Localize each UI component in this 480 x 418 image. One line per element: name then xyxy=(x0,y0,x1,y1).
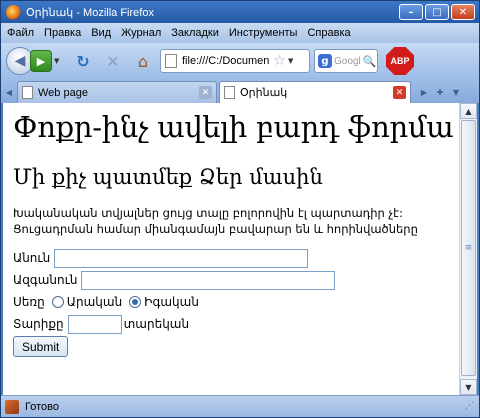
page-content: Փոքր-ինչ ավելի բարդ ֆորմա Մի քիչ պատմեք … xyxy=(3,103,459,395)
last-name-row: Ազգանուն xyxy=(13,269,459,291)
reload-icon[interactable]: ↻ xyxy=(72,50,94,72)
tab-scroll-right-icon[interactable]: ▶ xyxy=(417,83,431,101)
section-heading: Մի քիչ պատմեք Ձեր մասին xyxy=(13,165,323,189)
search-icon[interactable]: 🔍 xyxy=(363,55,377,68)
menu-bookmarks[interactable]: Закладки xyxy=(171,27,219,39)
search-engine-icon[interactable]: g xyxy=(318,54,332,68)
url-bar[interactable]: file:///C:/Documen ☆ ▼ xyxy=(160,49,310,73)
gender-female-radio[interactable] xyxy=(129,296,142,308)
forward-button[interactable]: ▶ xyxy=(30,50,52,72)
close-tab-icon[interactable]: ✕ xyxy=(393,86,406,99)
tab-strip: ◀ Web page ✕ Օրինակ ✕ ▶ ✚ ▼ xyxy=(1,79,479,103)
title-bar[interactable]: Օրինակ - Mozilla Firefox – □ ✕ xyxy=(1,1,479,23)
menu-file[interactable]: Файл xyxy=(7,27,34,39)
menu-help[interactable]: Справка xyxy=(307,27,350,39)
page-icon xyxy=(22,86,33,99)
url-text[interactable]: file:///C:/Documen xyxy=(182,55,269,67)
tab-web-page[interactable]: Web page ✕ xyxy=(17,81,217,103)
list-tabs-icon[interactable]: ▼ xyxy=(449,83,463,101)
menu-bar: Файл Правка Вид Журнал Закладки Инструме… xyxy=(1,23,479,43)
tab-controls: ▶ ✚ ▼ xyxy=(417,81,463,103)
search-input[interactable]: Googl xyxy=(334,56,361,67)
search-box[interactable]: g Googl 🔍 xyxy=(314,49,378,73)
tab-example[interactable]: Օրինակ ✕ xyxy=(219,81,411,103)
first-name-row: Անուն xyxy=(13,247,459,269)
profile-form: Անուն Ազգանուն Սեռը Արական Իգական Տարիքը… xyxy=(13,247,459,357)
first-name-label: Անուն xyxy=(13,251,51,265)
navigation-toolbar: ◀ ▶ ▼ ↻ ✕ ⌂ file:///C:/Documen ☆ ▼ g Goo… xyxy=(1,43,479,79)
tab-label: Web page xyxy=(38,86,88,99)
paragraph-line-1: Խականական տվյալներ ցույց տալը բոլորովին … xyxy=(13,206,403,220)
scroll-down-icon[interactable]: ▼ xyxy=(460,379,477,395)
gender-female-label: Իգական xyxy=(144,295,199,309)
paragraph-line-2: Ցուցադրման համար միանգամայն բավարար են և… xyxy=(13,222,418,236)
status-text: Готово xyxy=(25,400,59,413)
gender-male-label: Արական xyxy=(66,295,123,309)
page-icon xyxy=(165,54,177,68)
menu-edit[interactable]: Правка xyxy=(44,27,81,39)
age-suffix: տարեկան xyxy=(123,317,190,331)
last-name-label: Ազգանուն xyxy=(13,273,78,287)
submit-button[interactable]: Submit xyxy=(13,336,69,357)
vertical-scrollbar[interactable]: ▲ ≡ ▼ xyxy=(459,103,477,395)
age-label: Տարիքը xyxy=(13,317,64,331)
tab-scroll-left-icon[interactable]: ◀ xyxy=(1,81,17,103)
page-heading: Փոքր-ինչ ավելի բարդ ֆորմա xyxy=(13,110,454,144)
adblock-plus-icon[interactable]: ABP xyxy=(386,47,414,75)
scroll-up-icon[interactable]: ▲ xyxy=(460,103,477,119)
stop-icon[interactable]: ✕ xyxy=(102,50,124,72)
age-field[interactable] xyxy=(67,314,122,334)
new-tab-icon[interactable]: ✚ xyxy=(433,83,447,101)
gender-male-radio[interactable] xyxy=(51,296,64,308)
menu-history[interactable]: Журнал xyxy=(121,27,161,39)
last-name-field[interactable] xyxy=(81,270,336,290)
url-dropdown-icon[interactable]: ▼ xyxy=(288,57,293,65)
minimize-button[interactable]: – xyxy=(399,4,423,20)
status-bar: Готово ⋰ xyxy=(1,395,479,417)
window-controls: – □ ✕ xyxy=(399,4,475,20)
firefox-logo-icon xyxy=(6,4,21,20)
tab-label: Օրինակ xyxy=(240,87,288,99)
status-tool-icon xyxy=(5,399,19,414)
close-tab-icon[interactable]: ✕ xyxy=(199,86,212,99)
age-row: Տարիքը տարեկան xyxy=(13,313,459,335)
gender-label: Սեռը xyxy=(13,295,45,309)
page-icon xyxy=(224,86,235,99)
scroll-thumb[interactable]: ≡ xyxy=(461,120,476,376)
maximize-button[interactable]: □ xyxy=(425,4,449,20)
window-title: Օրինակ - Mozilla Firefox xyxy=(26,6,154,19)
home-icon[interactable]: ⌂ xyxy=(132,50,154,72)
first-name-field[interactable] xyxy=(54,248,309,268)
back-arrow-icon: ◀ xyxy=(14,53,26,69)
close-window-button[interactable]: ✕ xyxy=(451,4,475,20)
menu-tools[interactable]: Инструменты xyxy=(229,27,298,39)
intro-paragraph: Խականական տվյալներ ցույց տալը բոլորովին … xyxy=(13,205,453,237)
history-dropdown-icon[interactable]: ▼ xyxy=(54,57,64,65)
resize-grip-icon[interactable]: ⋰ xyxy=(465,401,477,413)
bookmark-star-icon[interactable]: ☆ xyxy=(273,53,286,69)
forward-arrow-icon: ▶ xyxy=(36,54,46,68)
menu-view[interactable]: Вид xyxy=(91,27,111,39)
browser-window: Օրինակ - Mozilla Firefox – □ ✕ Файл Прав… xyxy=(0,0,480,418)
gender-row: Սեռը Արական Իգական xyxy=(13,291,459,313)
